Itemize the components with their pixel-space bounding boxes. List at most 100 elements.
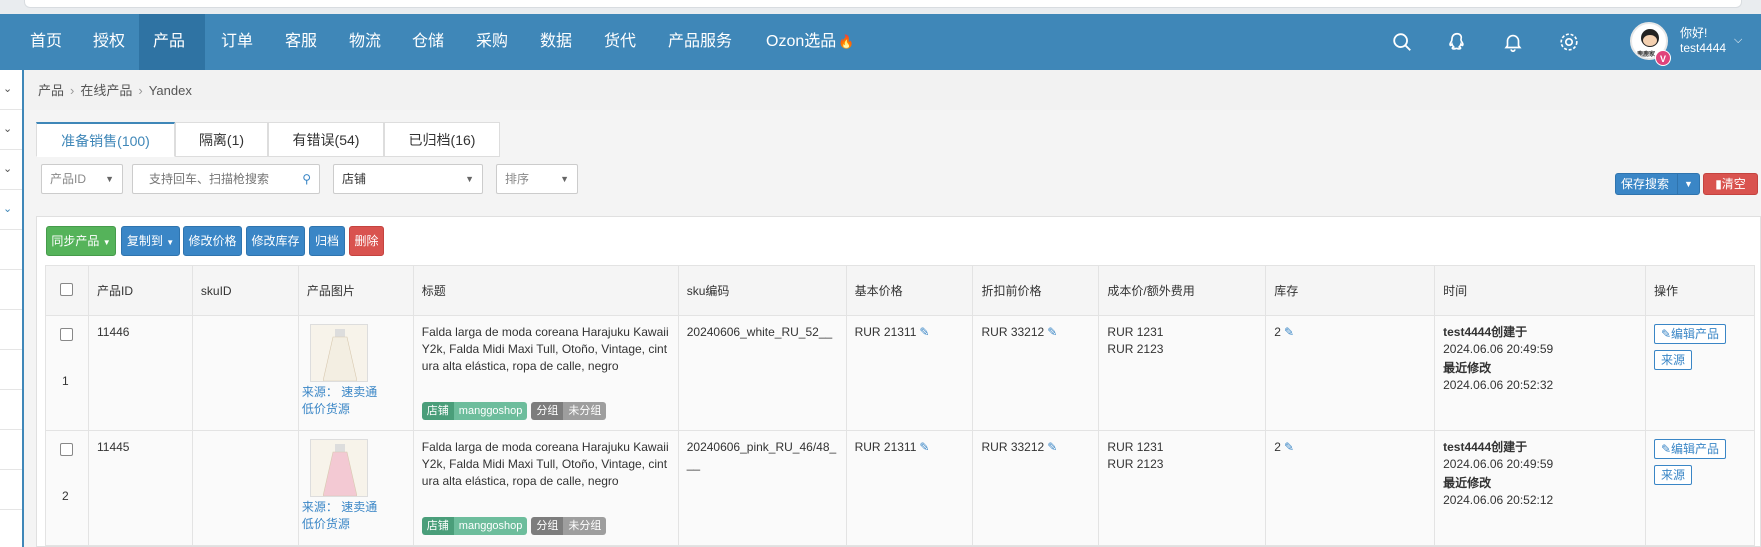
nav-item-forwarder[interactable]: 货代 — [590, 14, 650, 70]
chevron-down-icon[interactable]: ⌵ — [1734, 34, 1742, 47]
sidebar-row[interactable] — [0, 310, 22, 350]
user-greeting[interactable]: 你好! test4444 — [1680, 26, 1726, 56]
caret-down-icon: ▼ — [102, 238, 111, 247]
caret-down-icon: ▼ — [560, 174, 569, 184]
breadcrumb-item-online[interactable]: 在线产品 — [80, 83, 132, 98]
archive-button[interactable]: 归档 — [309, 226, 345, 256]
sidebar-row[interactable] — [0, 470, 22, 510]
row-checkbox[interactable] — [60, 443, 73, 456]
nav-item-service[interactable]: 客服 — [271, 14, 331, 70]
tab-quarantine[interactable]: 隔离(1) — [175, 122, 268, 157]
breadcrumb-item-products[interactable]: 产品 — [38, 83, 64, 98]
tab-ready-to-sell[interactable]: 准备销售(100) — [36, 122, 175, 157]
sidebar-row[interactable]: ⌄ — [0, 190, 22, 230]
nav-item-home[interactable]: 首页 — [16, 14, 76, 70]
col-sku-code: sku编码 — [677, 265, 847, 316]
product-id-select[interactable]: 产品ID ▼ — [41, 164, 123, 194]
nav-item-ozon[interactable]: Ozon选品 🔥 — [752, 14, 868, 70]
nav-item-orders[interactable]: 订单 — [207, 14, 267, 70]
sidebar-row[interactable]: ⌄ — [0, 150, 22, 190]
edit-icon[interactable]: ✎ — [919, 440, 929, 454]
sort-select-label: 排序 — [505, 172, 530, 186]
save-search-label: 保存搜索 — [1621, 177, 1670, 191]
search-icon[interactable]: ⚲ — [302, 165, 311, 193]
search-input[interactable] — [149, 172, 299, 186]
search-icon[interactable] — [1388, 28, 1416, 56]
row-select-cell: 1 — [45, 315, 89, 431]
row-checkbox[interactable] — [60, 328, 73, 341]
edit-icon[interactable]: ✎ — [1284, 325, 1294, 339]
group-tag: 分组 未分组 — [531, 402, 607, 420]
chevron-down-icon: ⌄ — [3, 123, 13, 135]
source-button[interactable]: 来源 — [1653, 465, 1692, 485]
low-price-source-link[interactable]: 低价货源 — [302, 402, 350, 416]
modified-at: 2024.06.06 20:52:12 — [1443, 493, 1554, 507]
nav-item-products[interactable]: 产品 — [139, 14, 205, 70]
sidebar-row[interactable] — [0, 390, 22, 430]
nav-item-warehouse[interactable]: 仓储 — [398, 14, 458, 70]
edit-stock-button[interactable]: 修改库存 — [246, 226, 305, 256]
source-button[interactable]: 来源 — [1653, 350, 1692, 370]
bell-icon[interactable] — [1499, 28, 1527, 56]
source-link[interactable]: 速卖通 — [341, 500, 377, 514]
edit-product-button[interactable]: ✎编辑产品 — [1653, 324, 1727, 344]
table-row: 2 11445 来源： 速卖通 低价货源 Falda larga de moda cor… — [45, 430, 1756, 546]
nav-item-purchase[interactable]: 采购 — [462, 14, 522, 70]
settings-gear-icon[interactable] — [1555, 28, 1583, 56]
nav-item-data[interactable]: 数据 — [526, 14, 586, 70]
nav-item-product-service[interactable]: 产品服务 — [654, 14, 746, 70]
source-link[interactable]: 速卖通 — [341, 385, 377, 399]
product-image-cell: 来源： 速卖通 低价货源 — [297, 315, 414, 431]
edit-icon[interactable]: ✎ — [1047, 440, 1057, 454]
save-search-button[interactable]: 保存搜索 ▼ — [1615, 173, 1700, 195]
clear-button[interactable]: ▮清空 — [1703, 173, 1758, 195]
edit-icon[interactable]: ✎ — [1047, 325, 1057, 339]
tab-archived[interactable]: 已归档(16) — [384, 122, 500, 157]
group-tag-value: 未分组 — [563, 402, 607, 420]
product-image-cell: 来源： 速卖通 低价货源 — [297, 430, 414, 546]
sidebar-row[interactable] — [0, 270, 22, 310]
edit-icon[interactable]: ✎ — [919, 325, 929, 339]
qq-icon[interactable] — [1443, 28, 1471, 56]
caret-down-icon[interactable]: ▼ — [1677, 174, 1699, 194]
sort-select[interactable]: 排序 ▼ — [496, 164, 578, 194]
dress-image-icon — [322, 329, 357, 381]
sidebar-row[interactable] — [0, 350, 22, 390]
tag-row: 店铺 manggoshop 分组 未分组 — [421, 402, 670, 420]
vip-badge: V — [1655, 50, 1671, 66]
col-time: 时间 — [1434, 265, 1646, 316]
nav-item-auth[interactable]: 授权 — [79, 14, 139, 70]
modified-label: 最近修改 — [1443, 361, 1492, 375]
sidebar-row[interactable]: ⌄ — [0, 110, 22, 150]
shop-tag: 店铺 manggoshop — [421, 402, 528, 420]
dress-image-icon — [322, 444, 357, 496]
low-price-source-link[interactable]: 低价货源 — [302, 517, 350, 531]
shop-tag-key: 店铺 — [421, 402, 454, 420]
caret-down-icon: ▼ — [465, 174, 474, 184]
sidebar-row[interactable] — [0, 430, 22, 470]
col-actions: 操作 — [1644, 265, 1756, 316]
delete-button[interactable]: 删除 — [349, 226, 384, 256]
edit-icon[interactable]: ✎ — [1284, 440, 1294, 454]
edit-product-button[interactable]: ✎编辑产品 — [1653, 439, 1727, 459]
chevron-down-icon: ⌄ — [3, 163, 13, 175]
breadcrumb: 产品 › 在线产品 › Yandex — [38, 80, 192, 99]
product-thumbnail[interactable] — [309, 324, 368, 382]
nav-item-logistics[interactable]: 物流 — [335, 14, 395, 70]
top-strip — [0, 0, 1761, 14]
edit-price-button[interactable]: 修改价格 — [183, 226, 242, 256]
tab-errors[interactable]: 有错误(54) — [268, 122, 384, 157]
greeting-text: 你好! — [1680, 26, 1708, 40]
select-all-cell — [45, 265, 89, 316]
sidebar-row[interactable] — [0, 230, 22, 270]
product-thumbnail[interactable] — [309, 439, 368, 497]
time-cell: test4444创建于 2024.06.06 20:49:59 最近修改 2024.0… — [1434, 315, 1646, 431]
col-title: 标题 — [412, 265, 679, 316]
stock-value: 2 — [1274, 440, 1281, 454]
sidebar-row[interactable]: ⌄ — [0, 70, 22, 110]
select-all-checkbox[interactable] — [60, 282, 73, 296]
shop-select[interactable]: 店铺 ▼ — [333, 164, 483, 194]
copy-to-button[interactable]: 复制到 ▼ — [121, 226, 180, 256]
pre-discount-value: RUR 33212 — [981, 325, 1045, 339]
sync-products-button[interactable]: 同步产品 ▼ — [46, 226, 116, 256]
